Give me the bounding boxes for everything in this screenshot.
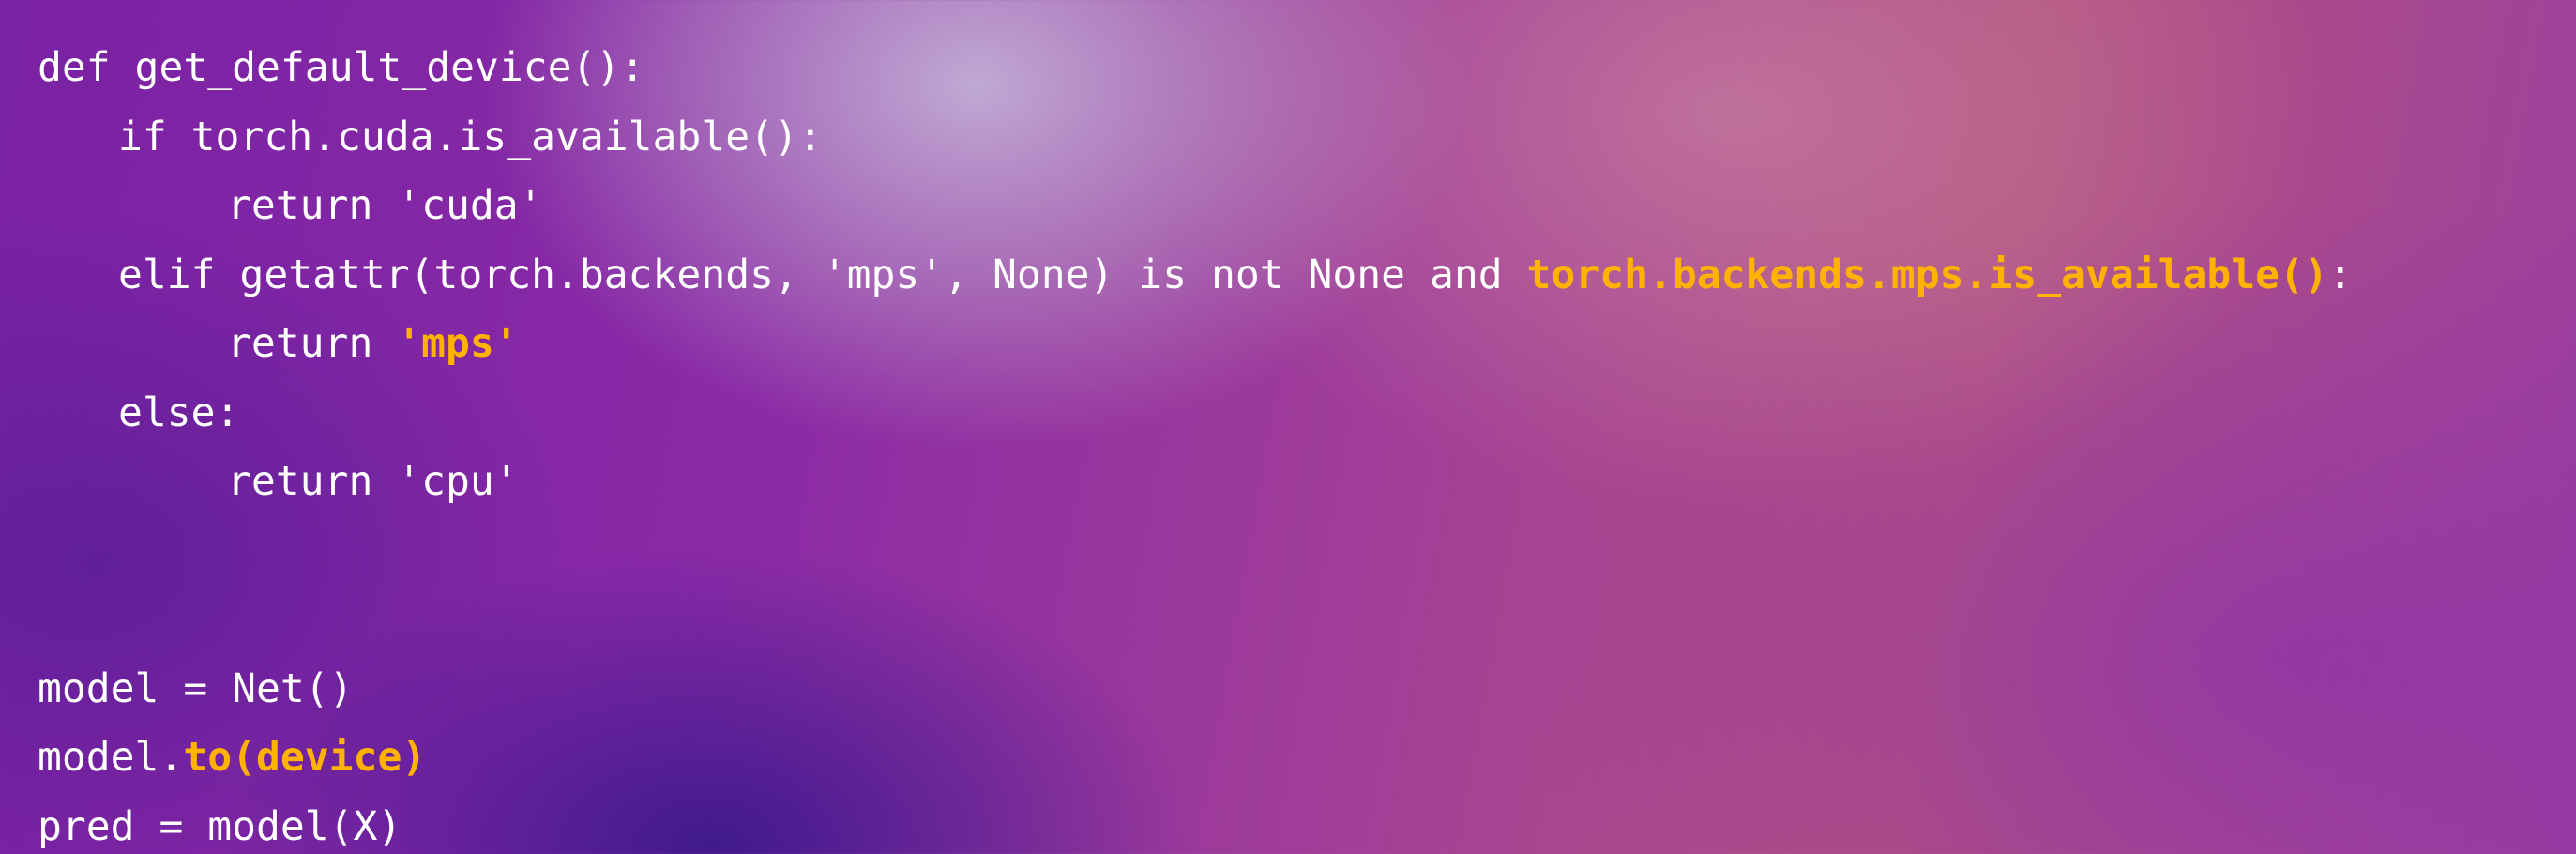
code-line-def: def get_default_device(): — [38, 34, 2353, 103]
code-text: pred = model(X) — [38, 802, 402, 850]
code-text: model. — [38, 734, 184, 781]
code-slide: { "slide": { "accent_color": "#ffb300", … — [0, 0, 2576, 854]
highlighted-code: to(device) — [183, 734, 427, 781]
highlighted-code: torch.backends.mps.is_available() — [1526, 251, 2328, 298]
code-line-pred: pred = model(X) — [38, 793, 2353, 854]
code-line-model-assign: model = Net() — [38, 655, 2353, 724]
code-text: elif getattr(torch.backends, 'mps', None… — [118, 251, 1527, 298]
code-text: return — [227, 320, 398, 367]
code-text: : — [2327, 251, 2353, 298]
code-block: def get_default_device():if torch.cuda.i… — [38, 34, 2353, 854]
code-text: def get_default_device(): — [38, 44, 645, 91]
code-text: return 'cpu' — [227, 458, 519, 505]
highlighted-code: 'mps' — [397, 320, 519, 367]
code-line-elif-mps: elif getattr(torch.backends, 'mps', None… — [38, 241, 2353, 311]
code-text: else: — [118, 389, 240, 436]
code-line-return-mps: return 'mps' — [38, 310, 2353, 379]
code-line-return-cpu: return 'cpu' — [38, 448, 2353, 517]
code-line-return-cuda: return 'cuda' — [38, 172, 2353, 241]
code-line-else: else: — [38, 379, 2353, 449]
code-text: if torch.cuda.is_available(): — [118, 113, 823, 160]
code-text: model = Net() — [38, 664, 354, 712]
code-line-if-cuda: if torch.cuda.is_available(): — [38, 103, 2353, 173]
code-line-model-to-device: model.to(device) — [38, 724, 2353, 793]
code-text: return 'cuda' — [227, 182, 543, 229]
